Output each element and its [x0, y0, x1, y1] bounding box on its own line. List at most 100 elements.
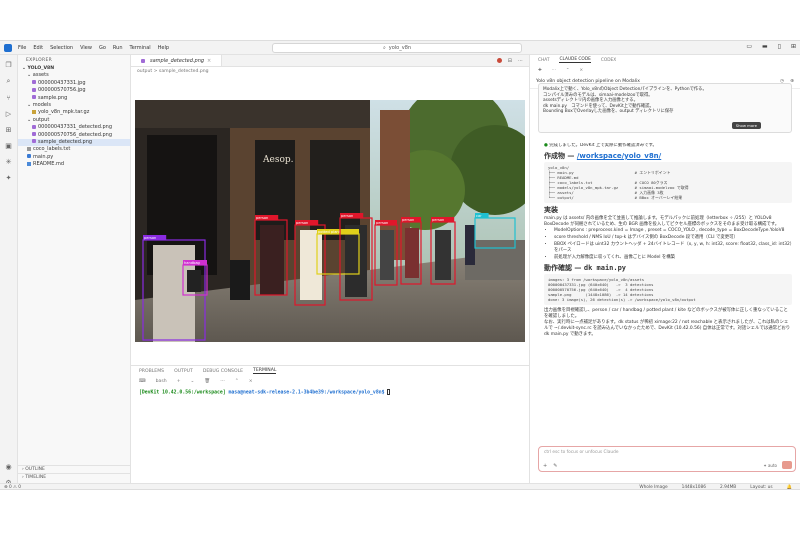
menu-view[interactable]: View: [80, 45, 92, 51]
claude-icon[interactable]: ✳: [6, 158, 12, 166]
sparkle-icon[interactable]: ✦: [6, 174, 12, 182]
layout-controls: ▭ ▬ ▯ ⊞: [746, 43, 796, 50]
verify-paragraph-1: 出力画像を目視確認し、person / car / handbag / pott…: [544, 308, 788, 319]
image-file-icon: [141, 58, 145, 63]
image-zoom-status[interactable]: Whole Image: [639, 485, 667, 489]
img-file-icon: [32, 95, 36, 100]
tree-folder[interactable]: ⌄ models: [18, 102, 130, 109]
toggle-sidebar-icon[interactable]: ▭: [746, 43, 752, 50]
tree-file[interactable]: sample_detected.png: [18, 138, 130, 147]
search-view-icon[interactable]: ⌕: [7, 77, 11, 86]
problems-status[interactable]: ⊗ 0 ⚠ 0: [0, 485, 21, 489]
tab-codex[interactable]: CODEX: [601, 58, 616, 63]
breadcrumb[interactable]: output > sample_detected.png: [131, 67, 529, 76]
tab-chat[interactable]: CHAT: [538, 58, 549, 63]
panel-actions: ⌨ bash + ⌄ 🗑 ⋯ ⌃ ×: [131, 376, 529, 386]
explorer-header: EXPLORER: [26, 57, 53, 63]
image-size-status: 1448x1086: [681, 485, 707, 490]
tab-debug-console[interactable]: DEBUG CONSOLE: [203, 369, 243, 374]
menu-go[interactable]: Go: [99, 45, 106, 51]
menu-edit[interactable]: Edit: [33, 45, 43, 51]
source-control-icon[interactable]: ⑂: [6, 94, 10, 102]
explorer-sidebar: EXPLORER ⌄ YOLO_V8N ⌄ assets 000000437331…: [18, 55, 131, 483]
close-panel-icon[interactable]: ×: [249, 379, 253, 384]
tab-terminal[interactable]: TERMINAL: [253, 368, 277, 374]
timeline-section[interactable]: › TIMELINE: [18, 473, 130, 481]
tree-folder[interactable]: ⌄ assets: [18, 72, 130, 79]
new-chat-icon[interactable]: ✚: [538, 68, 542, 73]
img-file-icon: [32, 139, 36, 144]
more-actions-icon[interactable]: ⋯: [220, 379, 225, 384]
title-bar: File Edit Selection View Go Run Terminal…: [0, 41, 800, 55]
account-icon[interactable]: ◉: [5, 463, 11, 471]
menu-terminal[interactable]: Terminal: [130, 45, 151, 51]
terminal[interactable]: [DevKit 10.42.0.56:/workspace] masa@neat…: [131, 386, 529, 399]
file-tree-code: yolo_v8n/ ├── main.py # エントリポイント ├── REA…: [544, 162, 792, 203]
layout-status[interactable]: Layout: us: [750, 485, 772, 489]
tab-claude-code[interactable]: CLAUDE CODE: [559, 57, 591, 63]
image-preview: Aesop. person handbag person person potted: [135, 100, 525, 342]
tree-file[interactable]: 000000437331_detected.png: [18, 124, 130, 131]
tab-problems[interactable]: PROBLEMS: [139, 369, 164, 374]
close-icon[interactable]: ×: [207, 58, 211, 64]
py-file-icon: [27, 154, 31, 159]
bell-icon[interactable]: 🔔: [787, 485, 792, 489]
claude-prompt-input[interactable]: ctrl esc to focus or unfocus Claude + ✎ …: [538, 446, 796, 472]
show-more-button[interactable]: Show more: [731, 121, 761, 129]
detection-label: person: [341, 214, 353, 218]
tree-file[interactable]: yolo_v8n_mpk.tar.gz: [18, 109, 130, 116]
tree-file[interactable]: README.md: [18, 161, 130, 168]
bottom-panel: PROBLEMS OUTPUT DEBUG CONSOLE TERMINAL ⌨…: [131, 365, 529, 483]
menu-help[interactable]: Help: [158, 45, 169, 51]
menu-file[interactable]: File: [18, 45, 26, 51]
heading-verify: 動作確認 — dk main.py: [544, 264, 627, 272]
split-editor-icon[interactable]: ⊟: [508, 58, 512, 64]
add-attachment-icon[interactable]: +: [543, 463, 547, 469]
mode-selector[interactable]: ✦ auto: [763, 463, 777, 468]
verify-output-code: images: 3 from /workspace/yolo_v8n/asset…: [544, 274, 792, 305]
artifact-link[interactable]: /workspace/yolo_v8n/: [577, 152, 661, 160]
tree-file[interactable]: main.py: [18, 154, 130, 161]
command-center-search[interactable]: ⌕ yolo_v8n: [272, 43, 522, 53]
tree-file[interactable]: sample.png: [18, 95, 130, 102]
edit-icon[interactable]: ✎: [553, 463, 557, 469]
detection-label: person: [144, 236, 156, 240]
svg-text:Aesop.: Aesop.: [262, 155, 294, 165]
tree-folder[interactable]: ⌄ output: [18, 117, 130, 124]
menu-run[interactable]: Run: [113, 45, 123, 51]
tree-file[interactable]: 000000570756.jpg: [18, 87, 130, 94]
tab-output[interactable]: OUTPUT: [174, 369, 193, 374]
new-terminal-icon[interactable]: +: [177, 379, 181, 384]
explorer-icon[interactable]: ❐: [5, 61, 11, 69]
file-size-status: 2.94MB: [720, 485, 737, 490]
editor-area: sample_detected.png × ⊟ ⋯ output > sampl…: [131, 55, 529, 483]
extensions-icon[interactable]: ⊞: [6, 126, 12, 134]
terminal-host: [DevKit 10.42.0.56:/workspace]: [139, 390, 226, 396]
maximize-panel-icon[interactable]: ⌃: [235, 379, 239, 384]
chevron-down-icon[interactable]: ⌄: [191, 379, 195, 384]
toggle-panel-icon[interactable]: ▬: [762, 43, 768, 50]
claude-panel: CHAT CLAUDE CODE CODEX ✚ ⋯ ⌃ × Yolo v8n …: [529, 55, 800, 483]
tree-file[interactable]: 000000570756_detected.png: [18, 132, 130, 139]
customize-layout-icon[interactable]: ⊞: [791, 43, 796, 50]
close-icon[interactable]: ×: [580, 68, 584, 73]
more-actions-icon[interactable]: ⋯: [552, 68, 556, 73]
maximize-icon[interactable]: ⌃: [566, 68, 570, 73]
send-button[interactable]: [782, 461, 792, 469]
trash-icon[interactable]: 🗑: [204, 379, 210, 384]
detection-label: car: [476, 214, 482, 218]
tree-file[interactable]: 000000437331.jpg: [18, 80, 130, 87]
tab-sample-detected[interactable]: sample_detected.png ×: [131, 55, 223, 66]
more-actions-icon[interactable]: ⋯: [518, 58, 523, 64]
menu-selection[interactable]: Selection: [50, 45, 73, 51]
editor-tabs: sample_detected.png ×: [131, 55, 529, 67]
img-file-icon: [32, 132, 36, 137]
terminal-shell-label[interactable]: bash: [156, 379, 167, 384]
tree-file[interactable]: coco_labels.txt: [18, 146, 130, 153]
outline-section[interactable]: › OUTLINE: [18, 465, 130, 473]
record-icon[interactable]: [496, 58, 502, 63]
run-debug-icon[interactable]: ▷: [6, 110, 11, 118]
toggle-secondary-icon[interactable]: ▯: [778, 43, 781, 50]
tree-root[interactable]: ⌄ YOLO_V8N: [18, 65, 130, 72]
remote-explorer-icon[interactable]: ▣: [5, 142, 12, 150]
